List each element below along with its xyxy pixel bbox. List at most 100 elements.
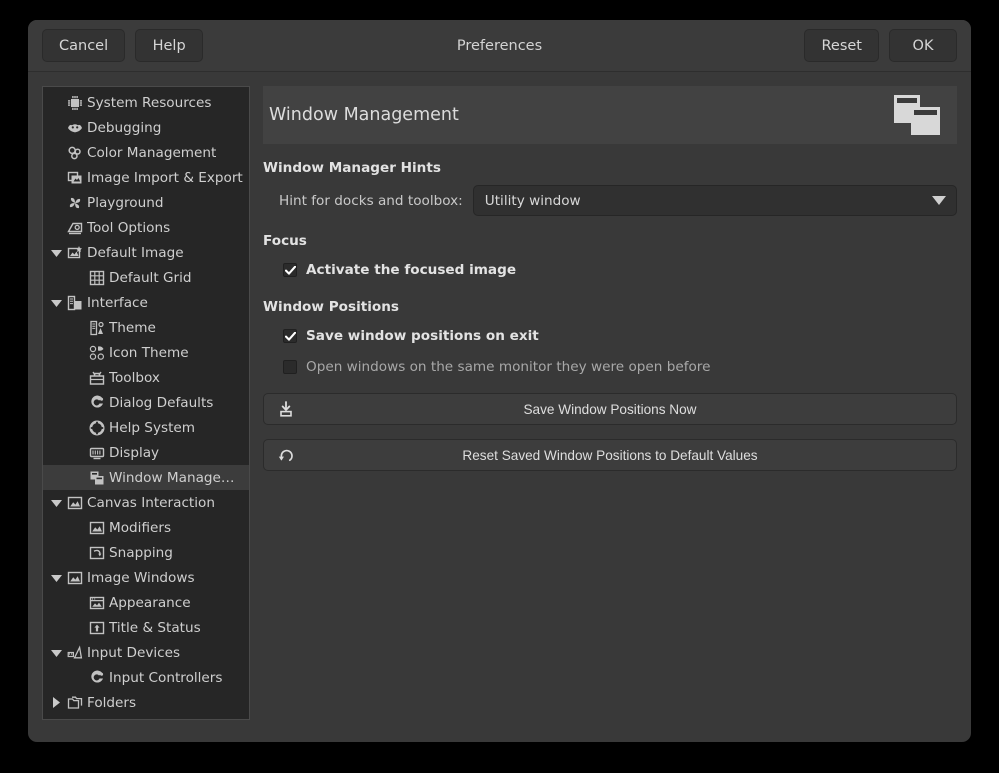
- chevron-down-icon[interactable]: [47, 249, 65, 257]
- sidebar-item-input-controllers[interactable]: Input Controllers: [43, 665, 249, 690]
- sidebar-item-label: Image Windows: [87, 570, 195, 586]
- sidebar-item-label: Appearance: [109, 595, 191, 611]
- sidebar-item-label: Debugging: [87, 120, 161, 136]
- reset-saved-window-positions-button[interactable]: Reset Saved Window Positions to Default …: [263, 439, 957, 471]
- sidebar-item-label: Default Grid: [109, 270, 192, 286]
- group-title-focus: Focus: [263, 233, 957, 249]
- preferences-window: Cancel Help Preferences Reset OK System …: [28, 20, 971, 742]
- save-download-icon: [278, 401, 294, 417]
- dialog-body: System Resources Debugging Color Managem…: [28, 72, 971, 742]
- group-focus: Focus Activate the focused image: [263, 233, 957, 282]
- same-monitor-label: Open windows on the same monitor they we…: [306, 359, 710, 375]
- check-icon: [285, 266, 296, 275]
- chevron-down-icon[interactable]: [47, 499, 65, 507]
- toolbox-icon: [87, 370, 107, 386]
- sidebar-item-label: Display: [109, 445, 159, 461]
- sidebar-item-theme[interactable]: Theme: [43, 315, 249, 340]
- sidebar-item-input-devices[interactable]: Input Devices: [43, 640, 249, 665]
- group-title-window-manager-hints: Window Manager Hints: [263, 160, 957, 176]
- sidebar-item-help-system[interactable]: Help System: [43, 415, 249, 440]
- display-icon: [87, 445, 107, 461]
- sidebar-item-modifiers[interactable]: Modifiers: [43, 515, 249, 540]
- sidebar-item-label: Tool Options: [87, 220, 170, 236]
- reset-button[interactable]: Reset: [804, 29, 879, 62]
- two-windows-icon: [893, 93, 941, 137]
- pinwheel-icon: [65, 195, 85, 211]
- dialog-defaults-icon: [87, 395, 107, 411]
- panel-header: Window Management: [263, 86, 957, 144]
- sidebar-item-label: Folders: [87, 695, 136, 711]
- sidebar-item-canvas-interaction[interactable]: Canvas Interaction: [43, 490, 249, 515]
- chevron-down-icon[interactable]: [47, 649, 65, 657]
- default-image-icon: [65, 245, 85, 261]
- activate-focused-image-checkbox[interactable]: [283, 263, 297, 277]
- sidebar-item-default-grid[interactable]: Default Grid: [43, 265, 249, 290]
- sidebar-item-image-import-export[interactable]: Image Import & Export: [43, 165, 249, 190]
- sidebar-item-title-status[interactable]: Title & Status: [43, 615, 249, 640]
- wilber-head-icon: [65, 120, 85, 136]
- sidebar-item-label: Modifiers: [109, 520, 171, 536]
- checkbox-row-save-positions-on-exit[interactable]: Save window positions on exit: [263, 324, 957, 348]
- sidebar-item-label: Theme: [109, 320, 156, 336]
- window-management-icon: [87, 470, 107, 486]
- sidebar-item-icon-theme[interactable]: Icon Theme: [43, 340, 249, 365]
- sidebar-item-folders[interactable]: Folders: [43, 690, 249, 715]
- sidebar-item-label: Image Import & Export: [87, 170, 243, 186]
- checkbox-row-activate-focused-image[interactable]: Activate the focused image: [263, 258, 957, 282]
- chevron-down-icon[interactable]: [47, 574, 65, 582]
- group-title-window-positions: Window Positions: [263, 299, 957, 315]
- cpu-chip-icon: [65, 95, 85, 111]
- hint-dropdown[interactable]: Utility window: [473, 185, 957, 216]
- import-export-icon: [65, 170, 85, 186]
- preferences-sidebar-tree[interactable]: System Resources Debugging Color Managem…: [42, 86, 250, 720]
- panel-title: Window Management: [269, 105, 459, 125]
- hint-label: Hint for docks and toolbox:: [279, 193, 463, 209]
- sidebar-item-image-windows[interactable]: Image Windows: [43, 565, 249, 590]
- sidebar-item-label: System Resources: [87, 95, 211, 111]
- help-button[interactable]: Help: [135, 29, 203, 62]
- dialog-titlebar: Cancel Help Preferences Reset OK: [28, 20, 971, 72]
- interface-icon: [65, 295, 85, 311]
- sidebar-item-label: Input Controllers: [109, 670, 222, 686]
- sidebar-item-snapping[interactable]: Snapping: [43, 540, 249, 565]
- image-windows-icon: [65, 570, 85, 586]
- checkbox-row-same-monitor[interactable]: Open windows on the same monitor they we…: [263, 355, 957, 379]
- sidebar-item-tool-options[interactable]: Tool Options: [43, 215, 249, 240]
- sidebar-item-default-image[interactable]: Default Image: [43, 240, 249, 265]
- sidebar-item-window-management[interactable]: Window Management: [43, 465, 249, 490]
- panel-body: Window Manager Hints Hint for docks and …: [263, 144, 957, 471]
- sidebar-item-toolbox[interactable]: Toolbox: [43, 365, 249, 390]
- chevron-down-icon[interactable]: [47, 299, 65, 307]
- save-positions-on-exit-label: Save window positions on exit: [306, 328, 539, 344]
- sidebar-item-debugging[interactable]: Debugging: [43, 115, 249, 140]
- appearance-icon: [87, 595, 107, 611]
- hint-row: Hint for docks and toolbox: Utility wind…: [263, 185, 957, 216]
- sidebar-item-system-resources[interactable]: System Resources: [43, 90, 249, 115]
- sidebar-item-label: Interface: [87, 295, 148, 311]
- sidebar-item-label: Icon Theme: [109, 345, 189, 361]
- save-window-positions-now-button[interactable]: Save Window Positions Now: [263, 393, 957, 425]
- group-window-manager-hints: Window Manager Hints Hint for docks and …: [263, 160, 957, 216]
- input-controllers-icon: [87, 670, 107, 686]
- sidebar-item-appearance[interactable]: Appearance: [43, 590, 249, 615]
- theme-icon: [87, 320, 107, 336]
- save-positions-on-exit-checkbox[interactable]: [283, 329, 297, 343]
- sidebar-item-label: Snapping: [109, 545, 173, 561]
- sidebar-item-label: Playground: [87, 195, 163, 211]
- hint-dropdown-value: Utility window: [485, 193, 581, 209]
- chevron-down-icon: [932, 196, 946, 205]
- activate-focused-image-label: Activate the focused image: [306, 262, 516, 278]
- canvas-icon: [65, 495, 85, 511]
- sidebar-item-interface[interactable]: Interface: [43, 290, 249, 315]
- sidebar-item-dialog-defaults[interactable]: Dialog Defaults: [43, 390, 249, 415]
- sidebar-item-playground[interactable]: Playground: [43, 190, 249, 215]
- sidebar-item-color-management[interactable]: Color Management: [43, 140, 249, 165]
- revert-arrow-icon: [278, 447, 294, 463]
- input-devices-icon: [65, 645, 85, 661]
- ok-button[interactable]: OK: [889, 29, 957, 62]
- cancel-button[interactable]: Cancel: [42, 29, 125, 62]
- sidebar-item-display[interactable]: Display: [43, 440, 249, 465]
- chevron-right-icon[interactable]: [47, 697, 65, 708]
- folders-icon: [65, 695, 85, 711]
- same-monitor-checkbox[interactable]: [283, 360, 297, 374]
